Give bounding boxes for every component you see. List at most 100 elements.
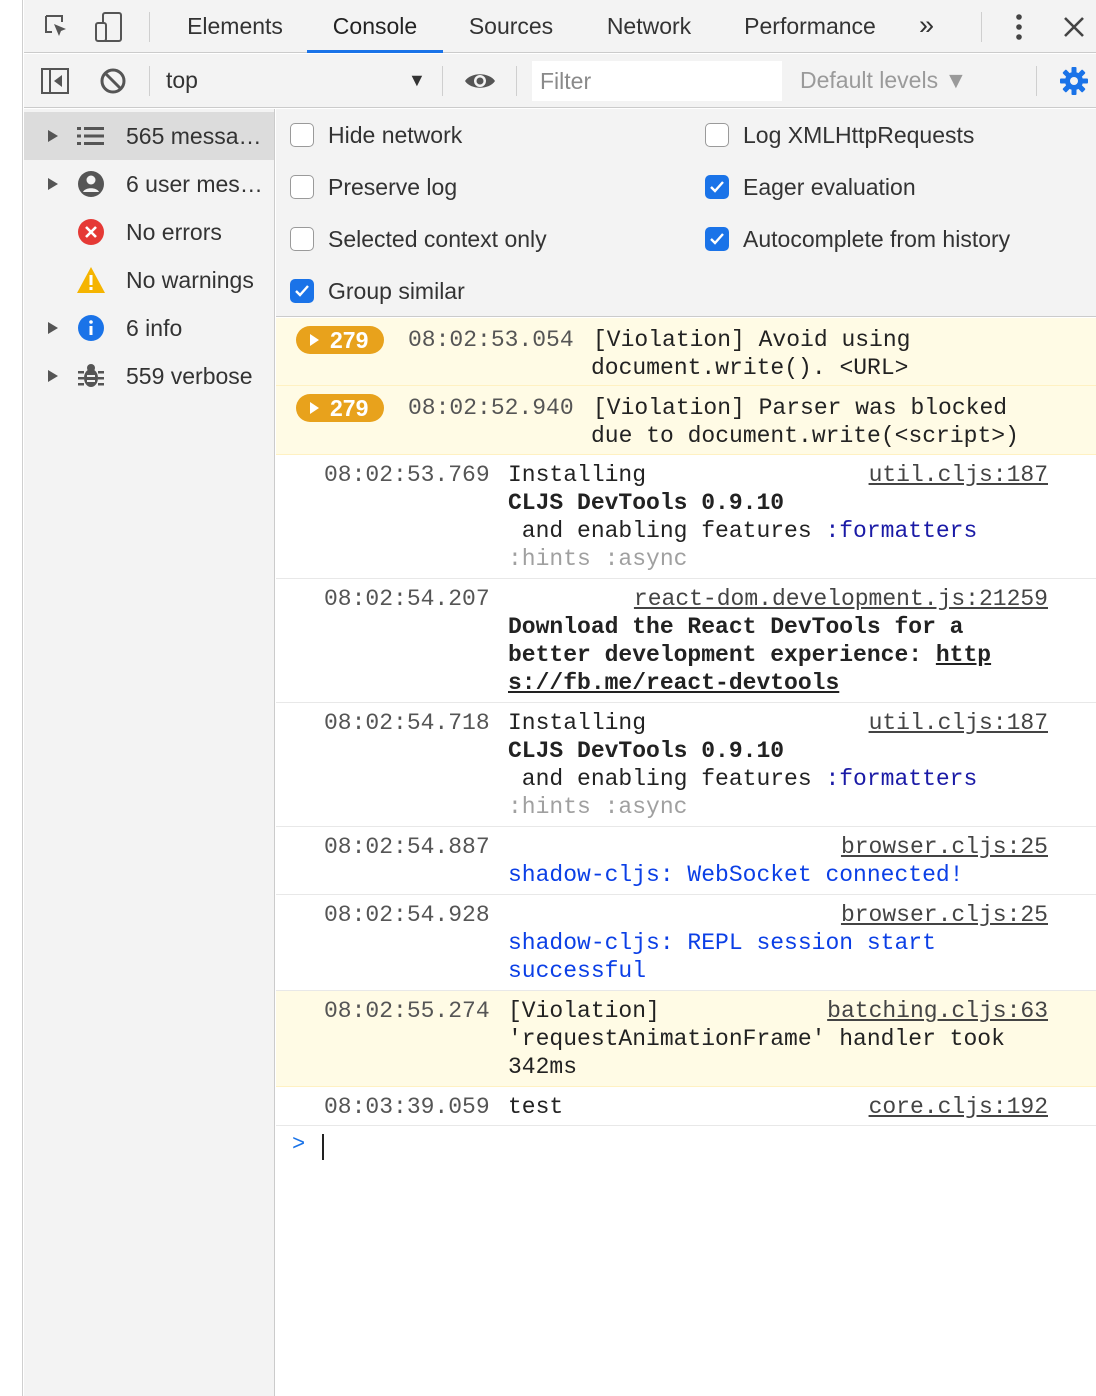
source-link[interactable]: util.cljs:187 [869,709,1048,737]
eager-evaluation-option[interactable]: Eager evaluation [705,161,916,213]
source-link[interactable]: react-dom.development.js:21259 [634,585,1048,613]
toolbar-divider [1036,66,1037,96]
message-text: and enabling features :formatters [508,765,977,793]
context-selector[interactable]: top [166,54,198,108]
tab-bar: Elements Console Sources Network Perform… [24,0,1096,53]
sidebar-item-info[interactable]: 6 info [24,304,274,352]
expand-triangle-icon[interactable] [46,128,60,144]
badge-count: 279 [330,327,369,353]
user-icon [76,169,106,199]
source-link[interactable]: browser.cljs:25 [841,833,1048,861]
checkmark-icon [295,285,309,297]
settings-gear-icon[interactable] [1057,64,1091,98]
console-message-log[interactable]: 08:02:54.887 browser.cljs:25 shadow-cljs… [276,827,1096,895]
message-text: Download the React DevTools for a [508,614,964,640]
source-link[interactable]: util.cljs:187 [869,461,1048,489]
expand-triangle-icon[interactable] [46,176,60,192]
message-text: CLJS DevTools 0.9.10 [508,490,785,516]
sidebar-item-label: 6 user mes… [126,170,263,197]
eager-evaluation-checkbox[interactable] [705,175,729,199]
tab-performance[interactable]: Performance [734,0,886,53]
console-message-log[interactable]: 08:02:53.769 Installing util.cljs:187 CL… [276,455,1096,579]
console-message-log[interactable]: 08:03:39.059 test core.cljs:192 [276,1087,1096,1126]
tab-console[interactable]: Console [307,0,443,53]
selected-context-option[interactable]: Selected context only [290,213,547,265]
sidebar-item-errors[interactable]: No errors [24,208,274,256]
tab-sources[interactable]: Sources [456,0,566,53]
source-link[interactable]: batching.cljs:63 [827,997,1048,1025]
tab-elements[interactable]: Elements [174,0,296,53]
console-message-log[interactable]: 08:02:54.928 browser.cljs:25 shadow-cljs… [276,895,1096,991]
sidebar-item-messages[interactable]: 565 messa… [24,112,274,160]
console-message-violation[interactable]: 279 08:02:53.054 [Violation] Avoid using… [276,318,1096,386]
option-label: Group similar [328,277,465,304]
checkmark-icon [710,181,724,193]
console-message-violation[interactable]: 279 08:02:52.940 [Violation] Parser was … [276,386,1096,455]
message-text-part: and enabling features [508,766,826,792]
autocomplete-option[interactable]: Autocomplete from history [705,213,1010,265]
log-xhr-option[interactable]: Log XMLHttpRequests [705,109,974,161]
sidebar-item-label: 565 messa… [126,122,262,149]
console-message-log[interactable]: 08:02:54.718 Installing util.cljs:187 CL… [276,703,1096,827]
sidebar-item-user-messages[interactable]: 6 user mes… [24,160,274,208]
more-tabs-button[interactable]: » [919,0,934,53]
list-icon [76,121,106,151]
source-link[interactable]: core.cljs:192 [869,1093,1048,1121]
log-xhr-checkbox[interactable] [705,123,729,147]
timestamp: 08:02:53.054 [408,327,574,353]
message-text: [Violation] Parser was blocked [593,395,1008,421]
source-link[interactable]: browser.cljs:25 [841,901,1048,929]
timestamp: 08:03:39.059 [324,1094,490,1120]
expand-triangle-icon [310,334,319,346]
autocomplete-checkbox[interactable] [705,227,729,251]
selected-context-checkbox[interactable] [290,227,314,251]
message-text: shadow-cljs: REPL session start [508,930,936,956]
url-link[interactable]: http [936,642,991,668]
timestamp: 08:02:52.940 [408,395,574,421]
filter-input[interactable] [532,61,782,101]
sidebar-item-warnings[interactable]: No warnings [24,256,274,304]
console-message-log[interactable]: 08:02:54.207 react-dom.development.js:21… [276,579,1096,703]
preserve-log-option[interactable]: Preserve log [290,161,457,213]
checkmark-icon [710,233,724,245]
expand-triangle-icon[interactable] [46,320,60,336]
inspect-element-icon[interactable] [40,10,74,44]
option-label: Preserve log [328,173,458,200]
sidebar-toggle-icon[interactable] [38,64,72,98]
console-prompt[interactable]: > [276,1126,1096,1166]
sidebar-item-label: 6 info [126,314,183,341]
close-icon[interactable] [1057,10,1091,44]
message-text: [Violation] Avoid using [593,327,911,353]
levels-dropdown[interactable]: Default levels ▼ [800,54,967,108]
url-link[interactable]: s://fb.me/react-devtools [508,669,839,697]
kebab-menu-icon[interactable] [1002,10,1036,44]
message-text: and enabling features :formatters [508,517,977,545]
repeat-count-badge[interactable]: 279 [296,326,384,354]
message-text: :hints :async [508,546,688,572]
badge-count: 279 [330,395,369,421]
hide-network-checkbox[interactable] [290,123,314,147]
expand-triangle-icon [310,402,319,414]
toolbar-divider [516,66,517,96]
group-similar-option[interactable]: Group similar [290,265,465,317]
timestamp: 08:02:54.718 [324,710,490,736]
expand-triangle-icon[interactable] [46,368,60,384]
sidebar-item-verbose[interactable]: 559 verbose [24,352,274,400]
repeat-count-badge[interactable]: 279 [296,394,384,422]
device-toolbar-icon[interactable] [92,10,126,44]
message-text: document.write(). <URL> [591,355,909,381]
clear-console-icon[interactable] [96,64,130,98]
option-label: Eager evaluation [743,173,916,200]
tab-network[interactable]: Network [594,0,704,53]
timestamp: 08:02:54.887 [324,834,490,860]
option-label: Log XMLHttpRequests [743,121,975,148]
hide-network-option[interactable]: Hide network [290,109,462,161]
live-expression-eye-icon[interactable] [463,64,497,98]
console-message-violation[interactable]: 08:02:55.274 [Violation] batching.cljs:6… [276,991,1096,1087]
preserve-log-checkbox[interactable] [290,175,314,199]
message-text: 342ms [508,1054,578,1080]
group-similar-checkbox[interactable] [290,279,314,303]
warning-icon [76,265,106,295]
left-gutter [0,0,23,1396]
chevron-down-icon[interactable]: ▼ [408,54,426,108]
